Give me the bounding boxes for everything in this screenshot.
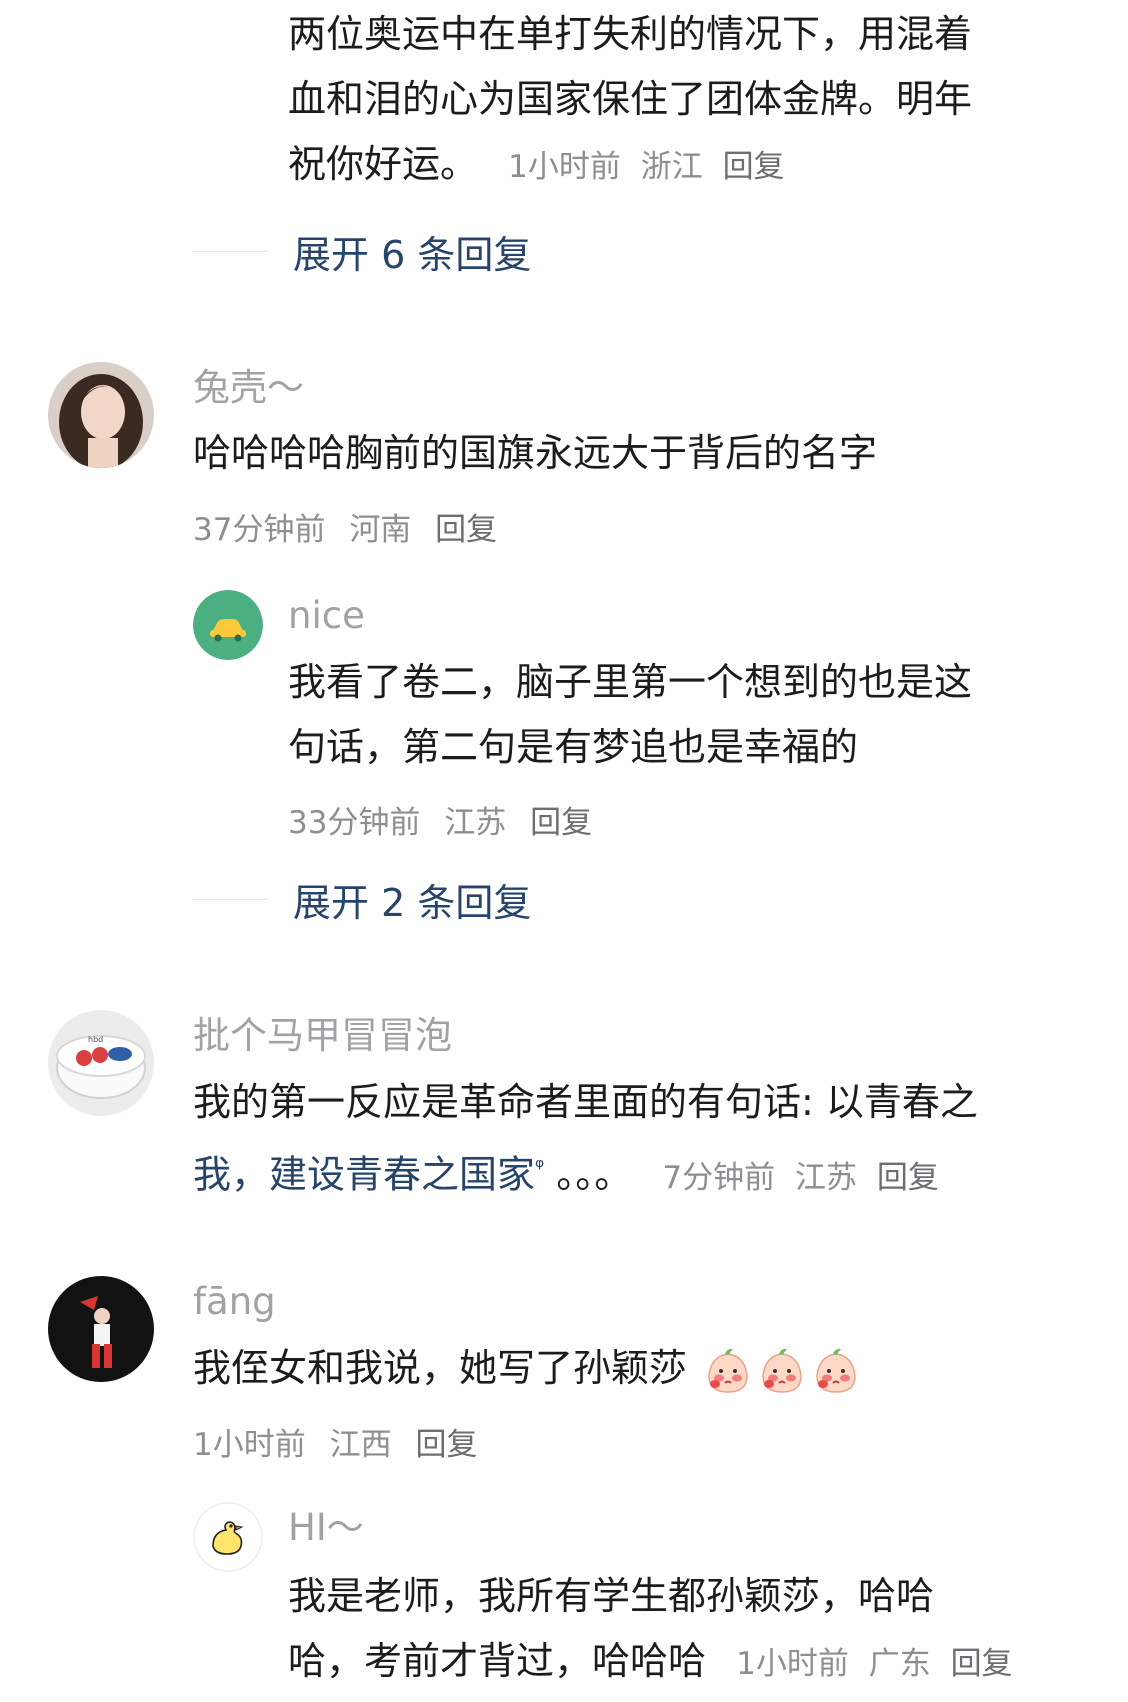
user-avatar[interactable] (48, 1276, 154, 1382)
comment-text-line: 我的第一反应是革命者里面的有句话: 以青春之 (193, 1080, 978, 1124)
comment-text: 两位奥运中在单打失利的情况下，用混着 血和泪的心为国家保住了团体金牌。明年 祝你… (288, 2, 972, 200)
comment-location: 广东 (868, 1646, 931, 1682)
reply-button[interactable]: 回复 (415, 1427, 477, 1463)
comment-text-line: 我，建设青春之国家ᵠ 。。。 7分钟前 江苏 回复 (193, 1135, 978, 1211)
comment-text-line: 哈，考前才背过，哈哈哈 1小时前 广东 回复 (288, 1629, 1023, 1697)
comment-time: 7分钟前 (662, 1159, 776, 1196)
comment-text-line: 血和泪的心为国家保住了团体金牌。明年 (288, 77, 973, 121)
reply-button[interactable]: 回复 (435, 512, 497, 548)
reply-button[interactable]: 回复 (951, 1646, 1013, 1682)
comment-meta: 7分钟前 江苏 回复 (662, 1160, 948, 1196)
reply-button[interactable]: 回复 (723, 149, 785, 185)
comment-location: 浙江 (640, 149, 703, 185)
comment-meta: 1小时前 江西 回复 (193, 1419, 491, 1464)
comment-meta: 37分钟前 河南 回复 (193, 504, 511, 549)
comment-text-line: 两位奥运中在单打失利的情况下，用混着 (288, 12, 973, 56)
search-link[interactable]: 我，建设青春之国家 (193, 1153, 535, 1197)
username[interactable]: fāng (193, 1280, 276, 1324)
comment-meta: 33分钟前 江苏 回复 (288, 797, 606, 842)
comment-text-line: 我是老师，我所有学生都孙颖莎，哈哈 (288, 1574, 935, 1618)
comment-time: 1小时前 (193, 1427, 306, 1463)
username[interactable]: 兔壳～ (193, 366, 304, 410)
comment-text-line: 句话，第二句是有梦追也是幸福的 (288, 725, 859, 769)
comment-time: 33分钟前 (288, 805, 421, 841)
comment-ellipsis: 。。。 (556, 1152, 633, 1197)
comment-text: 我的第一反应是革命者里面的有句话: 以青春之 我，建设青春之国家ᵠ 。。。 7分… (193, 1070, 978, 1211)
comment-time: 37分钟前 (193, 512, 326, 548)
reply-button[interactable]: 回复 (877, 1160, 939, 1196)
peach-blush-emoji (762, 1348, 802, 1393)
comment-meta: 1小时前 广东 回复 (736, 1646, 1022, 1682)
comment-location: 江苏 (444, 805, 507, 841)
comment-text: 我侄女和我说，她写了孙颖莎 (193, 1336, 861, 1401)
username[interactable]: HI～ (288, 1506, 364, 1550)
expand-replies-label: 展开 6 条回复 (293, 232, 532, 277)
comment-text-line: 祝你好运。 1小时前 浙江 回复 (288, 132, 972, 200)
expand-replies-button[interactable]: 展开 2 条回复 (193, 873, 531, 925)
comment-text: 我是老师，我所有学生都孙颖莎，哈哈 哈，考前才背过，哈哈哈 1小时前 广东 回复 (288, 1564, 1023, 1697)
comment-text: 哈哈哈哈胸前的国旗永远大于背后的名字 (193, 431, 878, 475)
peach-blush-emoji (816, 1348, 856, 1393)
username[interactable]: 批个马甲冒冒泡 (193, 1014, 452, 1058)
car-icon[interactable] (193, 590, 263, 660)
search-icon[interactable]: ᵠ (535, 1155, 544, 1180)
comment-location: 江苏 (794, 1159, 857, 1196)
comment-meta: 1小时前 浙江 回复 (508, 149, 794, 185)
svg-text:hbd: hbd (88, 1035, 103, 1044)
comment-location: 江西 (329, 1427, 392, 1463)
comment-time: 1小时前 (736, 1646, 849, 1682)
user-avatar[interactable] (48, 362, 154, 468)
comment-location: 河南 (349, 512, 412, 548)
user-avatar[interactable]: hbd (48, 1010, 154, 1116)
comment-text: 我看了卷二，脑子里第一个想到的也是这 句话，第二句是有梦追也是幸福的 (288, 650, 972, 780)
expand-divider (193, 898, 267, 900)
username[interactable]: nice (288, 594, 365, 638)
comment-time: 1小时前 (508, 149, 621, 185)
reply-button[interactable]: 回复 (530, 805, 592, 841)
expand-replies-label: 展开 2 条回复 (293, 880, 532, 925)
peach-blush-emoji (708, 1348, 748, 1393)
duck-icon[interactable] (193, 1502, 263, 1572)
comment-text-line: 我看了卷二，脑子里第一个想到的也是这 (288, 660, 973, 704)
emoji-group (703, 1346, 861, 1396)
expand-replies-button[interactable]: 展开 6 条回复 (193, 225, 531, 277)
expand-divider (193, 250, 267, 252)
